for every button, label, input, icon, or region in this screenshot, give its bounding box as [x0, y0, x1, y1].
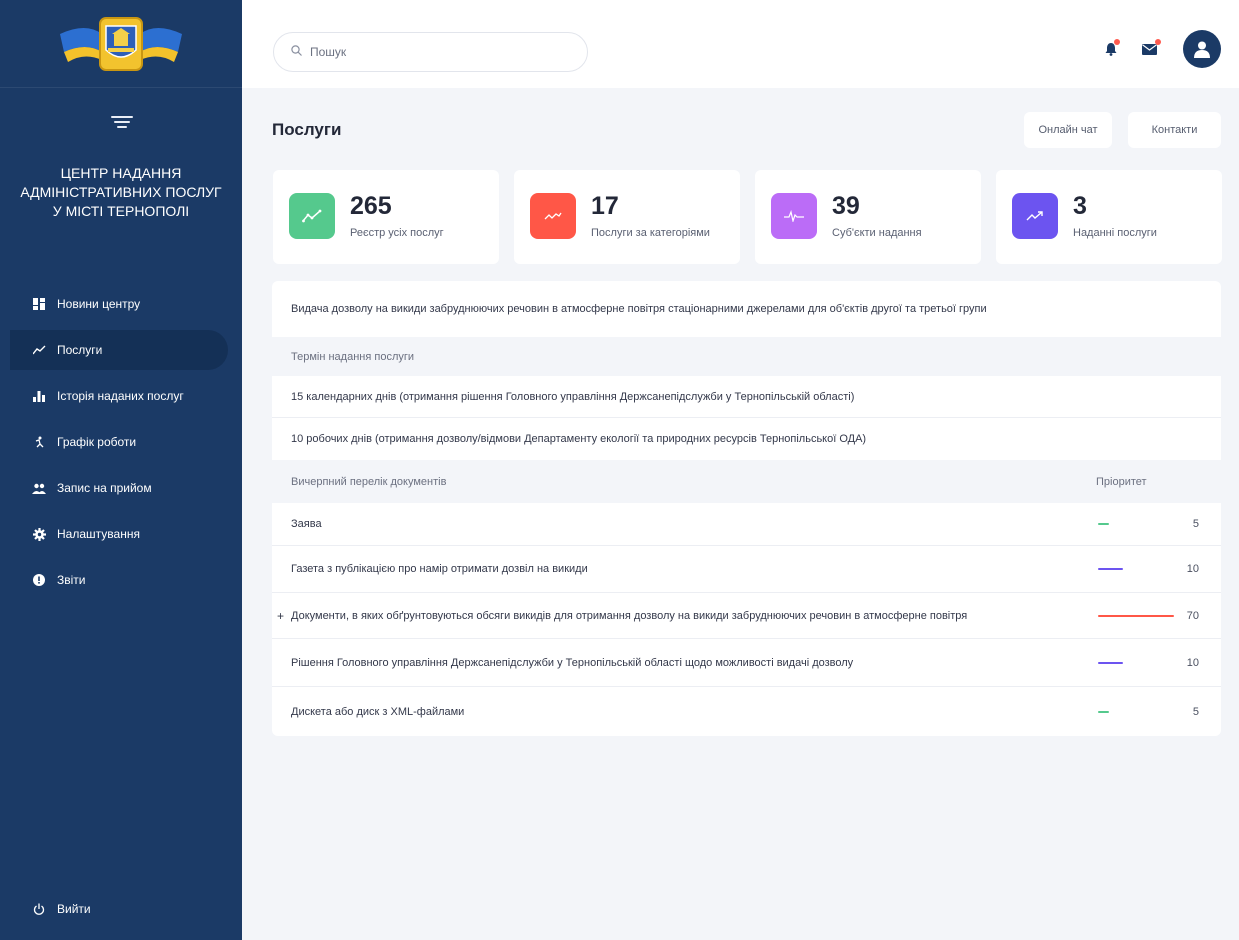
stat-value: 17 [591, 192, 619, 220]
priority-value: 5 [1192, 705, 1199, 718]
contacts-button[interactable]: Контакти [1128, 112, 1221, 148]
term-header-text: Термін надання послуги [291, 350, 415, 363]
org-title-line: У МІСТІ ТЕРНОПОЛІ [52, 203, 190, 219]
term-row: 10 робочих днів (отримання дозволу/відмо… [272, 418, 1221, 460]
org-title-line: АДМІНІСТРАТИВНИХ ПОСЛУГ [20, 184, 222, 200]
stat-trend-up-icon [1012, 193, 1058, 239]
sidebar-item-label: Налаштування [57, 527, 140, 541]
documents-header-text: Вичерпний перелік документів [291, 475, 447, 488]
user-avatar[interactable] [1183, 30, 1221, 68]
page-title: Послуги [272, 120, 342, 139]
stat-value: 265 [350, 192, 392, 220]
priority-value: 70 [1186, 609, 1199, 622]
expand-plus-icon[interactable]: + [277, 609, 284, 623]
stat-pulse-icon [771, 193, 817, 239]
search-icon [291, 43, 302, 61]
gear-icon [32, 527, 46, 541]
logout-label: Вийти [57, 902, 91, 916]
term-header: Термін надання послуги [272, 337, 1221, 376]
stat-card-provided[interactable]: 3 Наданні послуги [996, 170, 1222, 264]
org-title-line: ЦЕНТР НАДАННЯ [60, 165, 182, 181]
sidebar-item-appointment[interactable]: Запис на прийом [10, 468, 228, 508]
sidebar-item-label: Історія наданих послуг [57, 389, 184, 403]
stat-label: Наданні послуги [1073, 227, 1157, 239]
sidebar-item-settings[interactable]: Налаштування [10, 514, 228, 554]
priority-value: 5 [1192, 518, 1199, 530]
stat-value: 39 [832, 192, 860, 220]
stat-card-categories[interactable]: 17 Послуги за категоріями [514, 170, 740, 264]
user-icon [1194, 41, 1210, 58]
priority-bar [1098, 614, 1174, 617]
stat-label: Послуги за категоріями [591, 227, 710, 239]
stat-card-registry[interactable]: 265 Реєстр усіх послуг [273, 170, 499, 264]
top-bar [242, 0, 1239, 88]
menu-toggle-icon[interactable] [111, 116, 133, 130]
service-title: Видача дозволу на викиди забруднюючих ре… [272, 281, 1221, 337]
stat-card-subjects[interactable]: 39 Суб'єкти надання [755, 170, 981, 264]
document-name: Дискета або диск з XML-файлами [291, 705, 465, 718]
documents-header: Вичерпний перелік документів Пріоритет [272, 460, 1221, 503]
sidebar-item-schedule[interactable]: Графік роботи [10, 422, 228, 462]
mail-dot [1155, 39, 1161, 45]
trend-icon [32, 343, 46, 357]
priority-bar [1098, 568, 1123, 570]
organization-title: ЦЕНТР НАДАННЯ АДМІНІСТРАТИВНИХ ПОСЛУГ У … [0, 164, 242, 221]
priority-bar [1098, 523, 1109, 525]
term-row: 15 календарних днів (отримання рішення Г… [272, 376, 1221, 418]
sidebar-item-label: Графік роботи [57, 435, 137, 449]
priority-bar [1098, 661, 1123, 664]
sidebar-item-history[interactable]: Історія наданих послуг [10, 376, 228, 416]
priority-value: 10 [1186, 563, 1199, 575]
sidebar: ЦЕНТР НАДАННЯ АДМІНІСТРАТИВНИХ ПОСЛУГ У … [0, 0, 242, 940]
mail-icon[interactable] [1137, 37, 1161, 61]
search-input[interactable] [310, 45, 570, 59]
service-title-text: Видача дозволу на викиди забруднюючих ре… [291, 303, 987, 315]
document-name: Рішення Головного управління Держсанепід… [291, 656, 854, 669]
term-text: 15 календарних днів (отримання рішення Г… [291, 390, 855, 403]
dashboard-icon [32, 297, 46, 311]
person-running-icon [32, 435, 46, 449]
document-row[interactable]: Дискета або диск з XML-файлами 5 [272, 687, 1221, 736]
document-name: Газета з публікацією про намір отримати … [291, 563, 588, 575]
top-actions [1099, 30, 1239, 68]
stat-label: Суб'єкти надання [832, 227, 922, 239]
sidebar-item-reports[interactable]: Звіти [10, 560, 228, 600]
priority-bar [1098, 710, 1109, 713]
sidebar-item-services[interactable]: Послуги [10, 330, 228, 370]
power-icon [32, 902, 46, 916]
sidebar-nav: Новини центру Послуги Історія наданих по… [10, 284, 228, 606]
service-detail-panel: Видача дозволу на викиди забруднюючих ре… [272, 281, 1221, 736]
sidebar-item-label: Новини центру [57, 297, 141, 311]
stat-zigzag-icon [530, 193, 576, 239]
notifications-bell-icon[interactable] [1099, 37, 1123, 61]
term-text: 10 робочих днів (отримання дозволу/відмо… [291, 433, 867, 445]
priority-header: Пріоритет [1096, 475, 1147, 488]
sidebar-item-label: Послуги [57, 343, 103, 357]
alert-circle-icon [32, 573, 46, 587]
notification-dot [1114, 39, 1120, 45]
search-box[interactable] [273, 32, 588, 72]
stat-value: 3 [1073, 192, 1087, 220]
stat-trend-icon [289, 193, 335, 239]
document-name: Документи, в яких обґрунтовуються обсяги… [291, 609, 968, 622]
sidebar-item-news[interactable]: Новини центру [10, 284, 228, 324]
sidebar-item-label: Запис на прийом [57, 481, 152, 495]
bar-chart-icon [32, 389, 46, 403]
document-name: Заява [291, 518, 322, 530]
document-row[interactable]: Газета з публікацією про намір отримати … [272, 546, 1221, 593]
document-row[interactable]: Заява 5 [272, 503, 1221, 546]
sidebar-item-label: Звіти [57, 573, 86, 587]
coat-of-arms-logo[interactable] [56, 12, 186, 76]
people-icon [32, 481, 46, 495]
document-row[interactable]: Рішення Головного управління Держсанепід… [272, 639, 1221, 687]
priority-value: 10 [1186, 656, 1199, 669]
document-row-expandable[interactable]: + Документи, в яких обґрунтовуються обся… [272, 593, 1221, 639]
stat-label: Реєстр усіх послуг [350, 227, 444, 239]
logout-button[interactable]: Вийти [32, 902, 91, 916]
logo-area [0, 0, 242, 88]
online-chat-button[interactable]: Онлайн чат [1024, 112, 1112, 148]
